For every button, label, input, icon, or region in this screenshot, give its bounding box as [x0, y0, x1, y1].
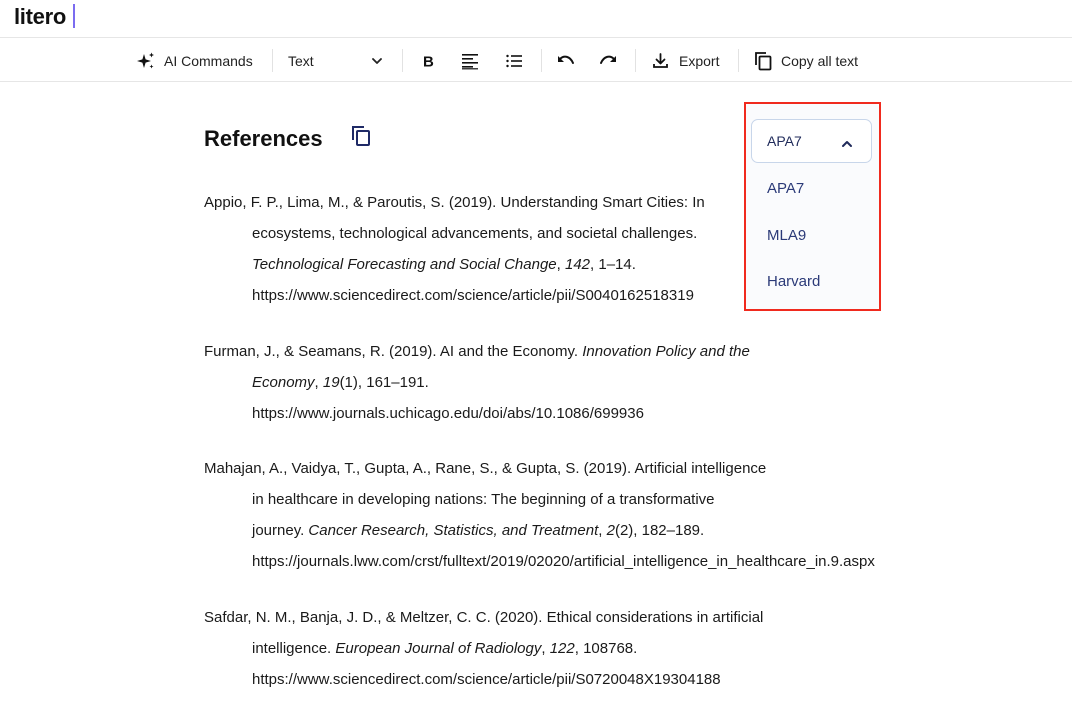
reference-line: Technological Forecasting and Social Cha…	[204, 249, 705, 280]
reference-italic-text: Technological Forecasting and Social Cha…	[252, 256, 557, 273]
reference-line: https://www.journals.uchicago.edu/doi/ab…	[204, 398, 750, 429]
citation-option-mla9[interactable]: MLA9	[767, 227, 806, 244]
reference-text: https://www.journals.uchicago.edu/doi/ab…	[252, 405, 644, 422]
reference-text: journey.	[252, 522, 309, 539]
copy-all-text-button[interactable]: Copy all text	[754, 39, 858, 82]
toolbar-divider	[738, 49, 739, 72]
reference-text: https://www.sciencedirect.com/science/ar…	[252, 287, 694, 304]
reference-text: https://www.sciencedirect.com/science/ar…	[252, 671, 721, 688]
reference-text: ecosystems, technological advancements, …	[252, 225, 698, 242]
reference-italic-text: Cancer Research, Statistics, and Treatme…	[308, 522, 599, 539]
reference-text: , 1–14.	[590, 256, 636, 273]
reference-text: ,	[598, 522, 607, 539]
export-label: Export	[679, 52, 720, 69]
reference-italic-text: European Journal of Radiology	[335, 640, 542, 657]
reference-text: (1), 161–191.	[339, 374, 429, 391]
reference-text: Furman, J., & Seamans, R. (2019). AI and…	[204, 343, 583, 360]
citation-option-harvard[interactable]: Harvard	[767, 273, 820, 290]
top-bar: litero	[0, 0, 1072, 38]
reference-italic-text: 2	[606, 522, 615, 539]
reference-line: Mahajan, A., Vaidya, T., Gupta, A., Rane…	[204, 453, 875, 484]
reference-text: ,	[314, 374, 323, 391]
reference-text: , 108768.	[574, 640, 638, 657]
reference-line: Appio, F. P., Lima, M., & Paroutis, S. (…	[204, 187, 705, 218]
reference-italic-text: 142	[565, 256, 591, 273]
copy-icon	[352, 126, 370, 146]
redo-icon	[598, 53, 618, 69]
reference-italic-text: Innovation Policy and the	[582, 343, 750, 360]
citation-style-selected: APA7	[767, 133, 802, 149]
text-style-label: Text	[288, 52, 314, 69]
reference-text: Mahajan, A., Vaidya, T., Gupta, A., Rane…	[204, 460, 767, 477]
reference-entry: Furman, J., & Seamans, R. (2019). AI and…	[204, 336, 750, 429]
reference-line: https://www.sciencedirect.com/science/ar…	[204, 280, 705, 311]
reference-line: Economy, 19(1), 161–191.	[204, 367, 750, 398]
align-left-button[interactable]	[461, 39, 479, 82]
svg-text:B: B	[423, 53, 434, 69]
reference-text: ,	[556, 256, 565, 273]
toolbar-divider	[635, 49, 636, 72]
bold-icon: B	[420, 53, 436, 69]
reference-italic-text: 122	[549, 640, 575, 657]
reference-text: in healthcare in developing nations: The…	[252, 491, 715, 508]
copy-icon	[754, 51, 773, 71]
reference-text: Appio, F. P., Lima, M., & Paroutis, S. (…	[204, 194, 705, 211]
ai-commands-button[interactable]: AI Commands	[136, 39, 253, 82]
reference-entry: Appio, F. P., Lima, M., & Paroutis, S. (…	[204, 187, 705, 311]
reference-line: intelligence. European Journal of Radiol…	[204, 633, 763, 664]
reference-text: Safdar, N. M., Banja, J. D., & Meltzer, …	[204, 609, 764, 626]
chevron-down-icon	[370, 54, 384, 68]
reference-line: Furman, J., & Seamans, R. (2019). AI and…	[204, 336, 750, 367]
align-left-icon	[461, 52, 479, 70]
copy-references-button[interactable]	[350, 124, 372, 153]
bullet-list-button[interactable]	[505, 39, 523, 82]
ai-commands-label: AI Commands	[164, 52, 253, 69]
reference-line: Safdar, N. M., Banja, J. D., & Meltzer, …	[204, 602, 763, 633]
reference-entry: Safdar, N. M., Banja, J. D., & Meltzer, …	[204, 602, 763, 695]
export-button[interactable]: Export	[652, 39, 719, 82]
editor-toolbar: AI Commands Text B Export Copy all text	[0, 39, 1072, 82]
toolbar-divider	[272, 49, 273, 72]
bold-button[interactable]: B	[420, 39, 436, 82]
reference-italic-text: Economy	[252, 374, 315, 391]
download-icon	[652, 52, 669, 69]
copy-all-label: Copy all text	[781, 52, 859, 69]
chevron-up-icon	[841, 136, 853, 152]
text-cursor	[73, 4, 75, 28]
reference-text: https://journals.lww.com/crst/fulltext/2…	[252, 553, 875, 570]
undo-icon	[556, 53, 576, 69]
reference-text: ,	[541, 640, 550, 657]
reference-entry: Mahajan, A., Vaidya, T., Gupta, A., Rane…	[204, 453, 875, 577]
undo-button[interactable]	[556, 39, 576, 82]
app-logo: litero	[14, 4, 66, 29]
reference-italic-text: 19	[322, 374, 340, 391]
citation-style-select[interactable]: APA7	[751, 119, 872, 163]
reference-line: in healthcare in developing nations: The…	[204, 484, 875, 515]
reference-line: ecosystems, technological advancements, …	[204, 218, 705, 249]
sparkles-icon	[136, 51, 156, 71]
toolbar-divider	[402, 49, 403, 72]
bullet-list-icon	[505, 52, 523, 70]
reference-text: intelligence.	[252, 640, 336, 657]
references-heading: References	[204, 126, 323, 151]
reference-line: https://journals.lww.com/crst/fulltext/2…	[204, 546, 875, 577]
text-style-dropdown[interactable]: Text	[288, 39, 384, 82]
redo-button[interactable]	[598, 39, 618, 82]
reference-line: https://www.sciencedirect.com/science/ar…	[204, 664, 763, 695]
citation-option-apa7[interactable]: APA7	[767, 180, 804, 197]
reference-line: journey. Cancer Research, Statistics, an…	[204, 515, 875, 546]
reference-text: (2), 182–189.	[614, 522, 705, 539]
toolbar-divider	[541, 49, 542, 72]
